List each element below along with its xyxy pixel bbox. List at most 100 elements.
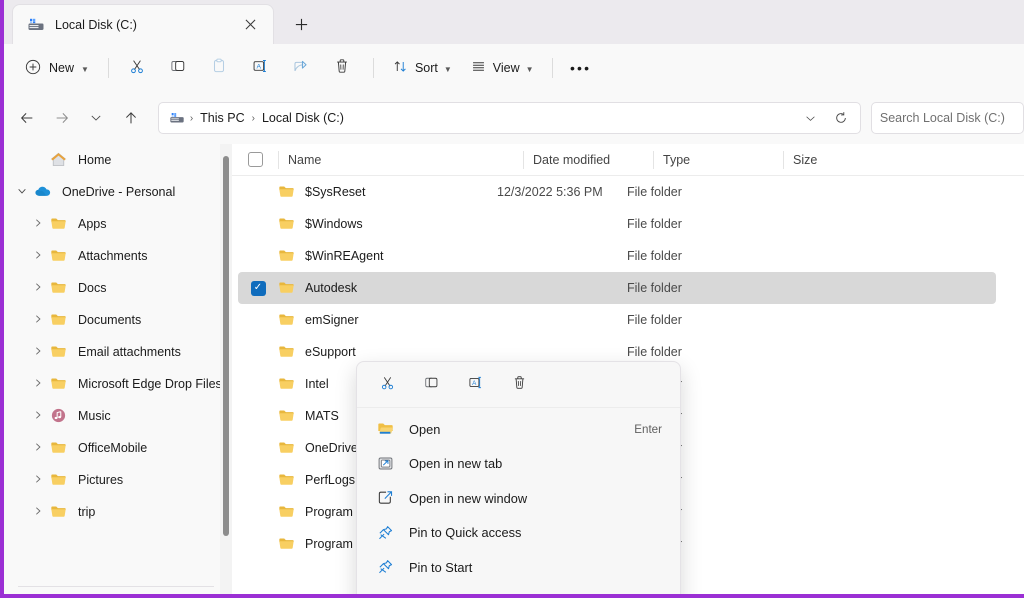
sidebar-item-label: Microsoft Edge Drop Files (78, 377, 222, 391)
chevron-right-icon[interactable] (26, 474, 50, 486)
chevron-right-icon[interactable] (26, 250, 50, 262)
column-header-type[interactable]: Type (653, 144, 783, 176)
row-name: Autodesk (305, 281, 358, 295)
context-delete-button[interactable] (501, 369, 537, 401)
home-icon (50, 151, 68, 169)
row-type: File folder (627, 281, 682, 295)
navigation-scrollbar-thumb[interactable] (223, 156, 229, 536)
folder-icon (50, 439, 68, 457)
chevron-down-icon[interactable] (10, 186, 34, 198)
folder-icon (278, 311, 296, 329)
table-row[interactable]: emSigner File folder (238, 304, 996, 336)
folder-icon (278, 279, 296, 297)
address-bar[interactable]: › This PC › Local Disk (C:) (157, 102, 861, 134)
context-menu-item-open[interactable]: Open Enter (361, 412, 676, 447)
sidebar-item-apps[interactable]: Apps (6, 208, 222, 240)
close-icon[interactable] (237, 12, 263, 38)
sidebar-item-trip[interactable]: trip (6, 496, 222, 528)
table-row[interactable]: $Windows File folder (238, 208, 996, 240)
cut-button[interactable] (118, 52, 156, 84)
chevron-right-icon[interactable] (26, 282, 50, 294)
context-menu-item-pin-to-start[interactable]: Pin to Start (361, 550, 676, 585)
share-button[interactable] (282, 52, 320, 84)
table-row[interactable]: $WinREAgent File folder (238, 240, 996, 272)
forward-button[interactable] (46, 102, 76, 134)
drive-icon (27, 16, 45, 34)
new-tab-icon (377, 455, 395, 473)
column-header-name-label: Name (288, 152, 322, 167)
breadcrumb-this-pc[interactable]: This PC (194, 108, 250, 128)
column-header-type-label: Type (663, 152, 691, 167)
breadcrumb-local-disk-c[interactable]: Local Disk (C:) (256, 108, 350, 128)
search-input[interactable]: Search Local Disk (C:) (870, 102, 1024, 134)
divider (372, 58, 374, 78)
chevron-right-icon[interactable] (26, 442, 50, 454)
context-menu-item-label: Compress to ZIP file (409, 594, 662, 598)
divider (18, 586, 214, 587)
folder-icon (50, 343, 68, 361)
new-tab-button[interactable] (286, 9, 316, 39)
context-menu-item-open-in-new-window[interactable]: Open in new window (361, 481, 676, 516)
delete-button[interactable] (323, 52, 361, 84)
context-menu-item-pin-to-quick-access[interactable]: Pin to Quick access (361, 516, 676, 551)
folder-icon (278, 439, 296, 457)
copy-button[interactable] (159, 52, 197, 84)
chevron-down-icon: ▼ (443, 64, 452, 74)
sidebar-item-officemobile[interactable]: OfficeMobile (6, 432, 222, 464)
refresh-icon[interactable] (826, 104, 856, 132)
context-menu-item-label: Pin to Start (409, 559, 473, 575)
sidebar-item-onedrive-personal[interactable]: OneDrive - Personal (6, 176, 222, 208)
context-menu-item-compress-to-zip-file[interactable]: Compress to ZIP file (361, 585, 676, 598)
table-row[interactable]: $SysReset 12/3/2022 5:36 PM File folder (238, 176, 996, 208)
sort-arrows-icon (392, 58, 409, 78)
paste-button[interactable] (200, 52, 238, 84)
title-bar: Local Disk (C:) (4, 0, 1024, 44)
select-all-checkbox[interactable] (247, 152, 263, 167)
folder-icon (50, 471, 68, 489)
context-rename-button[interactable]: A (457, 369, 493, 401)
new-window-icon (377, 489, 395, 507)
chevron-right-icon[interactable] (26, 410, 50, 422)
sidebar-item-pictures[interactable]: Pictures (6, 464, 222, 496)
column-header-size[interactable]: Size ⌃ (783, 144, 873, 176)
view-button[interactable]: View ▼ (461, 52, 543, 84)
new-button[interactable]: New ▼ (18, 52, 99, 84)
sort-button[interactable]: Sort ▼ (383, 52, 461, 84)
context-copy-button[interactable] (413, 369, 449, 401)
chevron-down-icon[interactable] (796, 104, 826, 132)
up-button[interactable] (115, 102, 145, 134)
column-header-name[interactable]: Name (278, 144, 523, 176)
row-checkbox[interactable]: ✓ (238, 280, 278, 296)
sidebar-item-attachments[interactable]: Attachments (6, 240, 222, 272)
tab-local-disk-c[interactable]: Local Disk (C:) (12, 4, 274, 44)
folder-icon (278, 407, 296, 425)
sidebar-item-microsoft-edge-drop-files[interactable]: Microsoft Edge Drop Files (6, 368, 222, 400)
select-all-header[interactable] (232, 144, 278, 176)
sidebar-item-home[interactable]: Home (6, 144, 222, 176)
chevron-right-icon[interactable] (26, 506, 50, 518)
table-row[interactable]: ✓ Autodesk File folder (238, 272, 996, 304)
navigation-scrollbar[interactable] (220, 144, 232, 594)
back-button[interactable] (12, 102, 42, 134)
column-headers: Name Date modified Type Size ⌃ (232, 144, 1024, 176)
recent-locations-button[interactable] (81, 102, 111, 134)
folder-icon (50, 279, 68, 297)
chevron-right-icon[interactable] (26, 346, 50, 358)
sidebar-item-label: trip (78, 505, 96, 519)
context-menu-icon-row: A (357, 362, 680, 408)
column-header-date-modified[interactable]: Date modified (523, 144, 653, 176)
folder-icon (50, 311, 68, 329)
sidebar-item-documents[interactable]: Documents (6, 304, 222, 336)
chevron-right-icon[interactable] (26, 378, 50, 390)
column-header-date-label: Date modified (533, 152, 611, 167)
sidebar-item-email-attachments[interactable]: Email attachments (6, 336, 222, 368)
row-type: File folder (627, 217, 682, 231)
rename-button[interactable]: A (241, 52, 279, 84)
sidebar-item-docs[interactable]: Docs (6, 272, 222, 304)
chevron-right-icon[interactable] (26, 314, 50, 326)
context-cut-button[interactable] (369, 369, 405, 401)
see-more-button[interactable]: ••• (564, 52, 598, 84)
context-menu-item-open-in-new-tab[interactable]: Open in new tab (361, 447, 676, 482)
sidebar-item-music[interactable]: Music (6, 400, 222, 432)
chevron-right-icon[interactable] (26, 218, 50, 230)
